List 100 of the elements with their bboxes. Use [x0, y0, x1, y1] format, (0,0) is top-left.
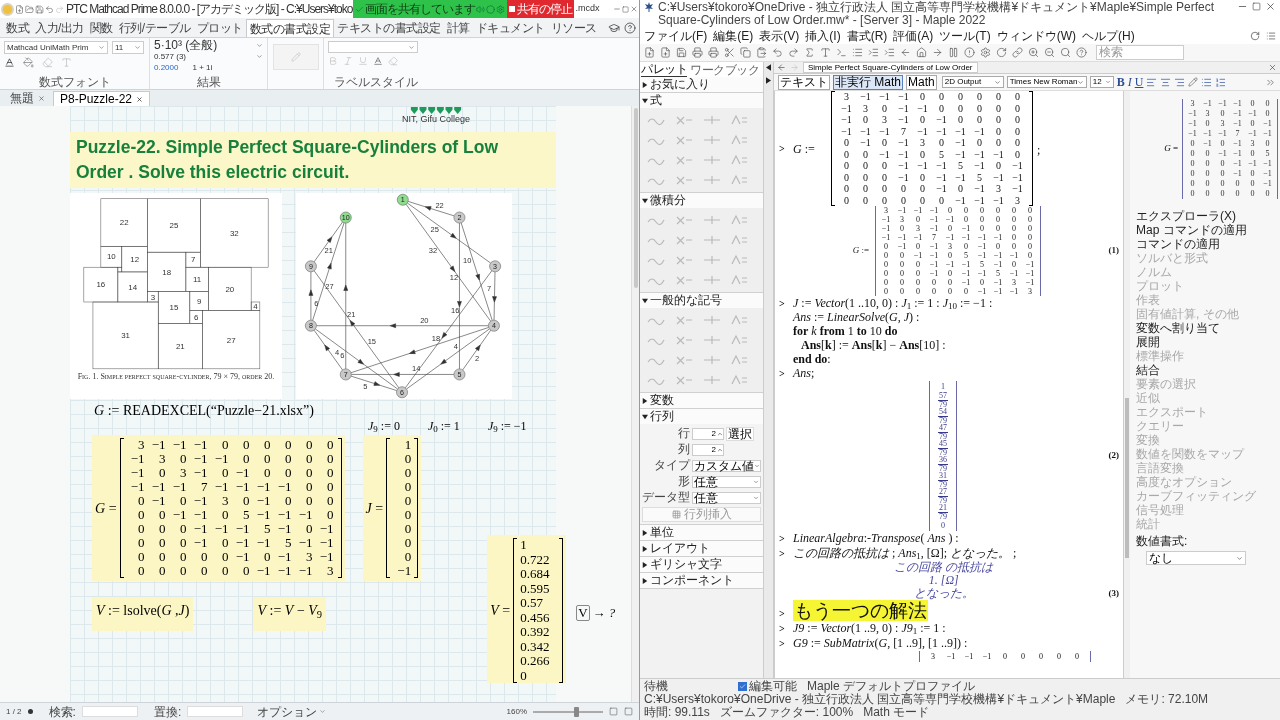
close-icon[interactable] — [1268, 63, 1277, 72]
search-field[interactable] — [81, 706, 138, 717]
select-field[interactable]: 任意 — [692, 475, 761, 488]
spin-field[interactable]: 2 — [692, 427, 724, 440]
zoom-slider-thumb[interactable] — [574, 706, 580, 717]
undo-icon[interactable] — [772, 47, 783, 58]
scrollbar[interactable] — [1124, 91, 1130, 678]
save-icon[interactable] — [676, 47, 687, 58]
paste-icon[interactable] — [756, 47, 767, 58]
font-dropdown[interactable]: Mathcad UniMath Prim — [4, 41, 108, 54]
speaker-icon[interactable] — [476, 4, 486, 14]
palette-symbol-icon[interactable] — [729, 233, 750, 247]
document-tab[interactable]: 無題 — [4, 91, 51, 106]
pause-icon[interactable] — [948, 47, 959, 58]
label-button[interactable] — [272, 44, 319, 70]
context-menu-item[interactable]: Map コマンドの適用 — [1136, 223, 1274, 237]
copy-icon[interactable] — [740, 47, 751, 58]
text-style-button[interactable]: I — [1127, 76, 1132, 88]
zoom-in-icon[interactable] — [1028, 47, 1039, 58]
sync-icon[interactable] — [1250, 31, 1260, 41]
select-field[interactable]: カスタム値 — [692, 459, 761, 472]
palette-symbol-icon[interactable] — [701, 173, 722, 187]
close-tab-icon[interactable] — [136, 95, 144, 103]
palette-symbol-icon[interactable] — [729, 213, 750, 227]
menu-item[interactable]: ツール(T) — [939, 29, 991, 43]
menu-icon[interactable] — [1266, 31, 1276, 41]
align-center-icon[interactable] — [1160, 76, 1172, 88]
page-view-icon[interactable] — [609, 707, 618, 716]
palette-tab[interactable]: ワークブック — [690, 64, 759, 77]
mode-button[interactable]: テキスト — [778, 74, 830, 90]
eraser-icon[interactable] — [388, 56, 398, 66]
italic-icon[interactable] — [343, 56, 353, 66]
font-color-icon[interactable] — [373, 56, 383, 66]
palette-symbol-icon[interactable] — [701, 153, 722, 167]
select-button[interactable]: 選択 — [726, 426, 754, 441]
palette-symbol-icon[interactable] — [701, 333, 722, 347]
ribbon-tab[interactable]: 計算 — [443, 19, 473, 37]
palette-symbol-icon[interactable] — [701, 133, 722, 147]
new-document-icon[interactable] — [660, 47, 671, 58]
mode-button[interactable]: 非実行 Math — [833, 74, 903, 90]
menu-item[interactable]: 編集(E) — [713, 29, 754, 43]
menu-item[interactable]: ウィンドウ(W) — [996, 29, 1076, 43]
stop-sharing-button[interactable]: 共有の停止 — [507, 0, 575, 18]
zoom-out-icon[interactable] — [1044, 47, 1055, 58]
app-logo-icon[interactable] — [1, 2, 14, 16]
ribbon-tab[interactable]: 数式の書式設定 — [245, 19, 335, 37]
close-icon[interactable] — [1265, 1, 1276, 12]
palette-symbol-icon[interactable] — [729, 313, 750, 327]
palette-symbol-icon[interactable] — [729, 333, 750, 347]
palette-symbol-icon[interactable] — [729, 353, 750, 367]
menu-item[interactable]: 書式(R) — [846, 29, 888, 43]
palette-header[interactable]: ギリシャ文字 — [640, 557, 763, 572]
alert-icon[interactable] — [964, 47, 975, 58]
circle-icon[interactable] — [486, 4, 496, 14]
maximize-icon[interactable] — [1252, 2, 1261, 11]
graduation-cap-icon[interactable] — [608, 22, 620, 34]
menu-item[interactable]: ファイル(F) — [644, 29, 708, 43]
paint-bucket-icon[interactable] — [23, 57, 34, 68]
redo-icon[interactable] — [55, 4, 64, 14]
menu-item[interactable]: ヘルプ(H) — [1082, 29, 1135, 43]
editable-checkbox[interactable] — [738, 682, 747, 691]
palette-header[interactable]: 変数 — [640, 393, 763, 408]
palette-symbol-icon[interactable] — [701, 253, 722, 267]
bullet-list-icon[interactable] — [1201, 76, 1213, 88]
document-tab[interactable]: P8-Puzzle-22 — [53, 91, 151, 106]
zoom-icon[interactable] — [1060, 47, 1071, 58]
options-button[interactable]: オプション — [257, 702, 327, 720]
context-menu-item[interactable]: 変数へ割り当て — [1136, 321, 1274, 335]
context-menu-item[interactable]: コマンドの適用 — [1136, 237, 1274, 251]
font-size-dropdown[interactable]: 12 — [1089, 76, 1114, 88]
palette-header[interactable]: 単位 — [640, 525, 763, 540]
help-icon[interactable] — [624, 22, 636, 34]
save-icon[interactable] — [35, 4, 44, 14]
palette-symbol-icon[interactable] — [701, 373, 722, 387]
ribbon-tab[interactable]: ドキュメント — [472, 19, 548, 37]
palette-symbol-icon[interactable] — [701, 313, 722, 327]
select-field[interactable]: 任意 — [692, 491, 761, 504]
replace-field[interactable] — [187, 706, 244, 717]
expand-arrow-icon[interactable] — [766, 77, 771, 84]
palette-symbol-icon[interactable] — [729, 133, 750, 147]
open-folder-icon[interactable] — [25, 4, 34, 14]
palette-symbol-icon[interactable] — [729, 273, 750, 287]
ribbon-tab[interactable]: 行列/テーブル — [115, 19, 194, 37]
eraser-icon[interactable] — [42, 57, 53, 68]
palette-header[interactable]: 式 — [640, 93, 763, 108]
precision-dropdown[interactable]: 0.577 (3) — [154, 51, 263, 62]
result-format-dropdown[interactable]: 5·10³ (全般) — [154, 39, 263, 51]
menu-item[interactable]: 挿入(I) — [805, 29, 841, 43]
palette-header[interactable]: 一般的な記号 — [640, 293, 763, 308]
palette-header[interactable]: お気に入り — [640, 77, 763, 92]
help-icon[interactable] — [1076, 47, 1087, 58]
cut-icon[interactable] — [724, 47, 735, 58]
palette-symbol-icon[interactable] — [729, 113, 750, 127]
palette-symbol-icon[interactable] — [701, 213, 722, 227]
text-input-icon[interactable] — [820, 47, 831, 58]
ribbon-tab[interactable]: 入力/出力 — [32, 19, 87, 37]
ribbon-tab[interactable]: テキストの書式設定 — [334, 19, 444, 37]
menu-item[interactable]: 評価(A) — [893, 29, 934, 43]
mode-button[interactable]: Math — [906, 74, 937, 90]
style-dropdown[interactable]: 2D Output — [941, 76, 1004, 88]
